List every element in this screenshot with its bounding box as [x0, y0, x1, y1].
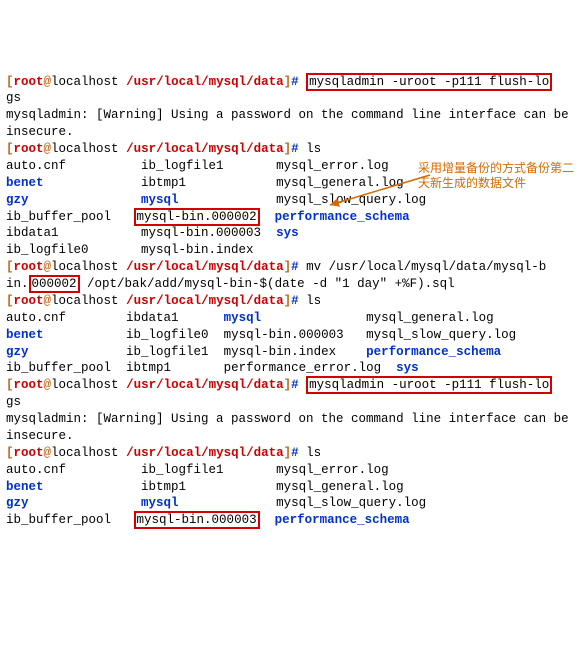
- cmd-mv-cont: /opt/bak/add/mysql-bin-$(date -d "1 day"…: [80, 277, 455, 291]
- file: auto.cnf: [6, 159, 66, 173]
- file: ibtmp1: [126, 361, 171, 375]
- file: ib_logfile0: [126, 328, 209, 342]
- file: ib_logfile1: [141, 463, 224, 477]
- dir: sys: [276, 226, 299, 240]
- file: mysql-bin.index: [224, 345, 337, 359]
- dir: gzy: [6, 193, 29, 207]
- file: ib_logfile1: [141, 159, 224, 173]
- cmd-mv: mv /usr/local/mysql/data/mysql-b: [306, 260, 546, 274]
- dir: performance_schema: [275, 513, 410, 527]
- file: ib_buffer_pool: [6, 513, 111, 527]
- file: ib_buffer_pool: [6, 361, 111, 375]
- file: performance_error.log: [224, 361, 382, 375]
- file: mysql_error.log: [276, 463, 389, 477]
- file: mysql_slow_query.log: [366, 328, 516, 342]
- hl-000002: 000002: [29, 275, 80, 293]
- file: mysql_error.log: [276, 159, 389, 173]
- file: mysql-bin.000003: [224, 328, 344, 342]
- hl-binlog-000003: mysql-bin.000003: [134, 511, 260, 529]
- bracket: ]: [284, 75, 292, 89]
- user: root: [14, 75, 44, 89]
- file: auto.cnf: [6, 311, 66, 325]
- file: mysql_general.log: [366, 311, 494, 325]
- hl-binlog-000002: mysql-bin.000002: [134, 208, 260, 226]
- cmd-mv-cont: in.: [6, 277, 29, 291]
- dir: gzy: [6, 345, 29, 359]
- hl-cmd-flushlogs-2: mysqladmin -uroot -p111 flush-lo: [306, 376, 552, 394]
- path: /usr/local/mysql/data: [126, 75, 284, 89]
- file: mysql_slow_query.log: [276, 496, 426, 510]
- dir: performance_schema: [366, 345, 501, 359]
- warning: mysqladmin: [Warning] Using a password o…: [6, 108, 576, 139]
- hl-cmd-flushlogs-1: mysqladmin -uroot -p111 flush-lo: [306, 73, 552, 91]
- file: mysql_slow_query.log: [276, 193, 426, 207]
- dir: benet: [6, 328, 44, 342]
- cmd-ls: ls: [306, 142, 321, 156]
- file: ib_buffer_pool: [6, 210, 111, 224]
- host: localhost: [51, 75, 119, 89]
- file: ibdata1: [126, 311, 179, 325]
- cmd-ls: ls: [306, 446, 321, 460]
- dir: mysql: [224, 311, 262, 325]
- file: ibdata1: [6, 226, 59, 240]
- file: mysql_general.log: [276, 480, 404, 494]
- cmd-ls: ls: [306, 294, 321, 308]
- file: mysql-bin.000003: [141, 226, 261, 240]
- file: ibtmp1: [141, 480, 186, 494]
- cmd-cont: gs: [6, 395, 21, 409]
- cmd-cont: gs: [6, 91, 21, 105]
- dir: performance_schema: [275, 210, 410, 224]
- file: auto.cnf: [6, 463, 66, 477]
- warning: mysqladmin: [Warning] Using a password o…: [6, 412, 576, 443]
- file: mysql-bin.index: [141, 243, 254, 257]
- dir: gzy: [6, 496, 29, 510]
- bracket: [: [6, 75, 14, 89]
- file: mysql_general.log: [276, 176, 404, 190]
- file: ib_logfile1: [126, 345, 209, 359]
- terminal-output: [root@localhost /usr/local/mysql/data]# …: [6, 74, 575, 530]
- hash: #: [291, 75, 299, 89]
- file: ib_logfile0: [6, 243, 89, 257]
- dir: benet: [6, 176, 44, 190]
- annotation-text: 采用增量备份的方式备份第二天新生成的数据文件: [418, 161, 578, 191]
- dir: mysql: [141, 193, 179, 207]
- dir: sys: [396, 361, 419, 375]
- file: ibtmp1: [141, 176, 186, 190]
- dir: mysql: [141, 496, 179, 510]
- dir: benet: [6, 480, 44, 494]
- at: @: [44, 75, 52, 89]
